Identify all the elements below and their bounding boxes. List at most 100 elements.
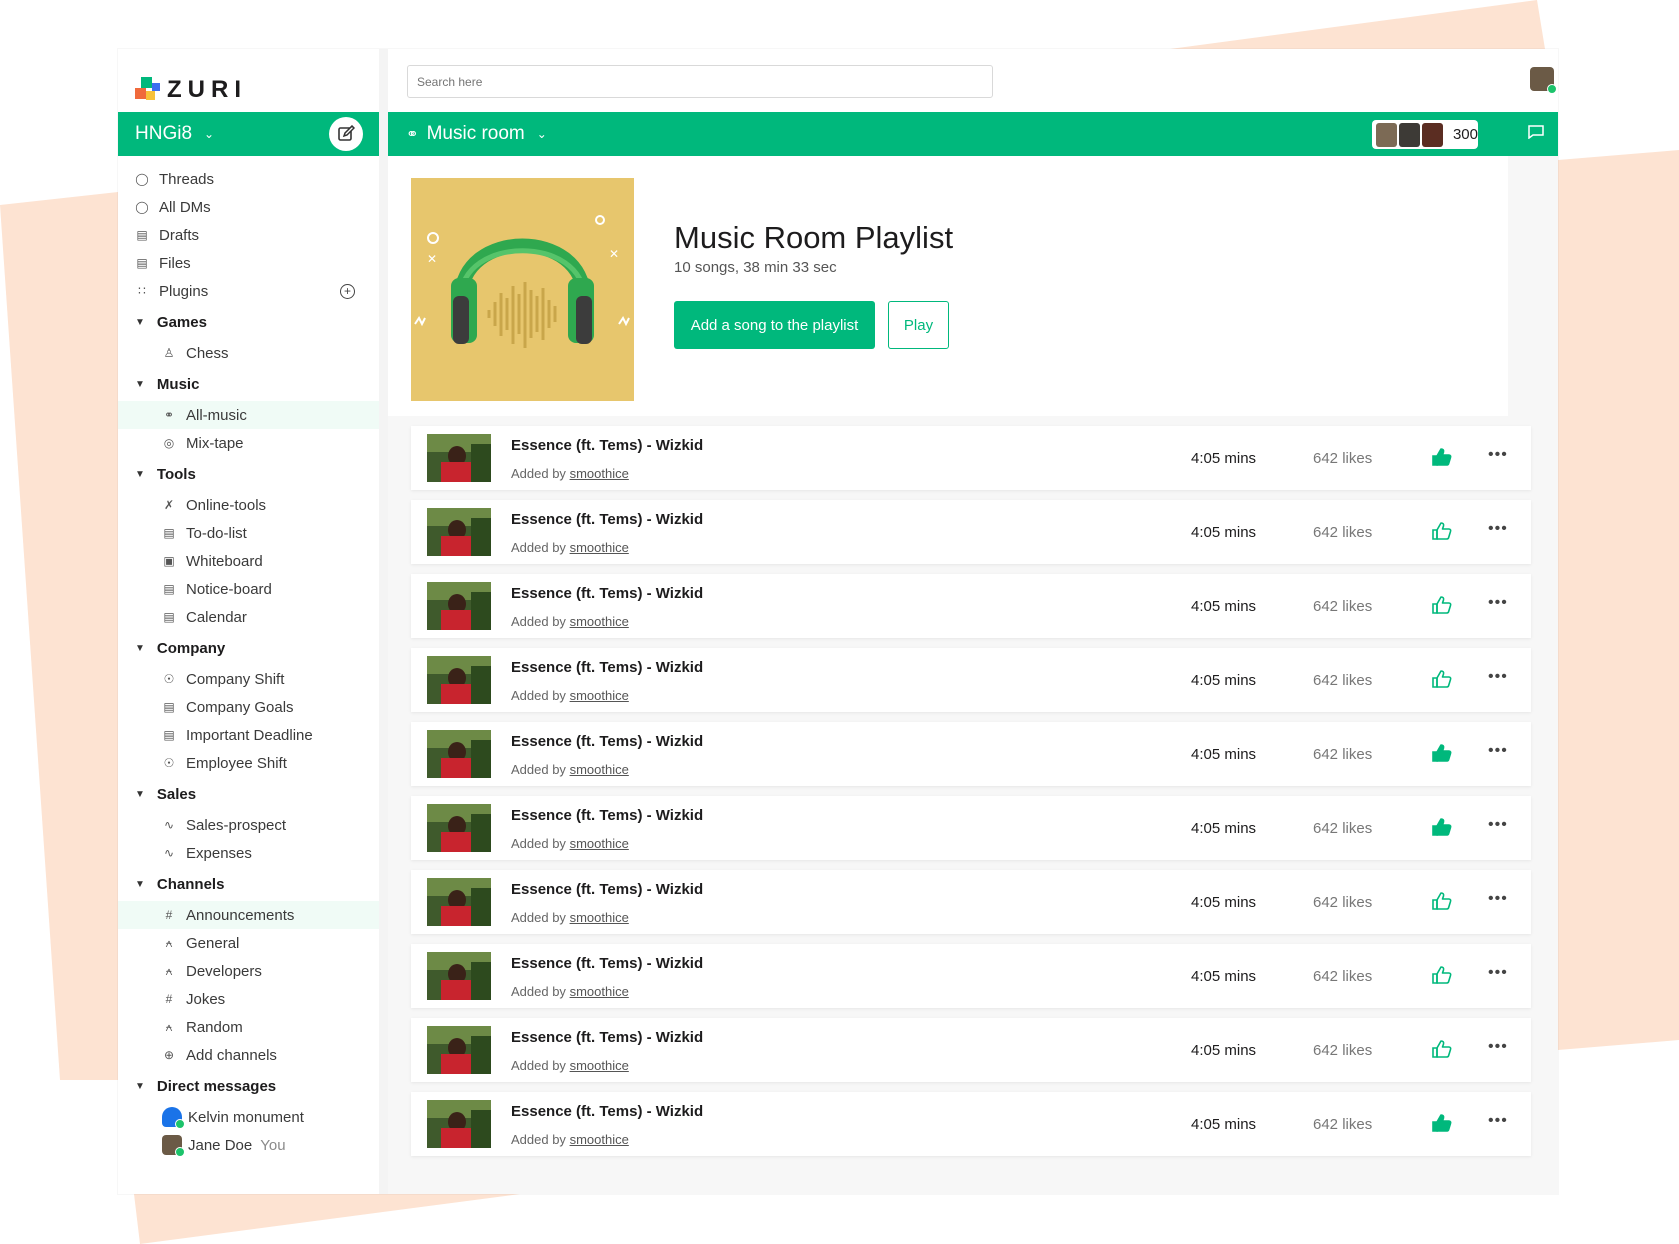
compose-button[interactable] <box>329 117 363 151</box>
song-row[interactable]: Essence (ft. Tems) - Wizkid Added by smo… <box>411 426 1531 490</box>
section-sales[interactable]: ▼ Sales <box>118 777 379 811</box>
added-by-user-link[interactable]: smoothice <box>570 836 629 851</box>
song-row[interactable]: Essence (ft. Tems) - Wizkid Added by smo… <box>411 944 1531 1008</box>
sidebar-item-calendar[interactable]: ▤ Calendar <box>118 603 379 631</box>
song-row[interactable]: Essence (ft. Tems) - Wizkid Added by smo… <box>411 500 1531 564</box>
add-song-button[interactable]: Add a song to the playlist <box>674 301 875 349</box>
sidebar-item-expenses[interactable]: ∿ Expenses <box>118 839 379 867</box>
more-options-icon[interactable]: ••• <box>1488 742 1508 760</box>
section-games[interactable]: ▼ Games <box>118 305 379 339</box>
added-by-user-link[interactable]: smoothice <box>570 466 629 481</box>
thumbs-up-icon[interactable] <box>1432 448 1452 466</box>
thumbs-up-icon[interactable] <box>1432 522 1452 540</box>
song-thumbnail <box>427 1026 491 1074</box>
thumbs-up-icon[interactable] <box>1432 818 1452 836</box>
more-options-icon[interactable]: ••• <box>1488 520 1508 538</box>
user-avatar[interactable] <box>1530 67 1557 94</box>
sidebar-item-employee-shift[interactable]: ☉ Employee Shift <box>118 749 379 777</box>
more-options-icon[interactable]: ••• <box>1488 1112 1508 1130</box>
sidebar-item-mix-tape[interactable]: ◎ Mix-tape <box>118 429 379 457</box>
song-row[interactable]: Essence (ft. Tems) - Wizkid Added by smo… <box>411 1092 1531 1156</box>
sidebar-item-company-goals[interactable]: ▤ Company Goals <box>118 693 379 721</box>
sidebar-item-to-do-list[interactable]: ▤ To-do-list <box>118 519 379 547</box>
sidebar-item-whiteboard[interactable]: ▣ Whiteboard <box>118 547 379 575</box>
sidebar-item-developers[interactable]: ⍲ Developers <box>118 957 379 985</box>
sidebar-item-company-shift[interactable]: ☉ Company Shift <box>118 665 379 693</box>
song-added-by: Added by smoothice <box>511 688 629 703</box>
added-by-user-link[interactable]: smoothice <box>570 688 629 703</box>
more-options-icon[interactable]: ••• <box>1488 594 1508 612</box>
sidebar-item-label: Files <box>159 254 191 272</box>
channel-name[interactable]: Music room <box>427 123 525 145</box>
search-input[interactable] <box>407 65 993 98</box>
sidebar-item-announcements[interactable]: # Announcements <box>118 901 379 929</box>
sidebar-item-general[interactable]: ⍲ General <box>118 929 379 957</box>
added-by-user-link[interactable]: smoothice <box>570 540 629 555</box>
song-title[interactable]: Essence (ft. Tems) - Wizkid <box>511 1103 703 1120</box>
sidebar-item-sales-prospect[interactable]: ∿ Sales-prospect <box>118 811 379 839</box>
added-by-user-link[interactable]: smoothice <box>570 614 629 629</box>
dm-jane-doe[interactable]: Jane Doe You <box>118 1131 379 1159</box>
more-options-icon[interactable]: ••• <box>1488 964 1508 982</box>
sidebar-item-important-deadline[interactable]: ▤ Important Deadline <box>118 721 379 749</box>
song-title[interactable]: Essence (ft. Tems) - Wizkid <box>511 733 703 750</box>
members-button[interactable]: 300 <box>1372 120 1478 149</box>
song-row[interactable]: Essence (ft. Tems) - Wizkid Added by smo… <box>411 574 1531 638</box>
song-row[interactable]: Essence (ft. Tems) - Wizkid Added by smo… <box>411 648 1531 712</box>
added-by-user-link[interactable]: smoothice <box>570 1132 629 1147</box>
thumbs-up-icon[interactable] <box>1432 892 1452 910</box>
chevron-down-icon[interactable]: ⌄ <box>537 127 547 141</box>
song-title[interactable]: Essence (ft. Tems) - Wizkid <box>511 511 703 528</box>
add-plugin-icon[interactable]: + <box>340 284 355 299</box>
song-duration: 4:05 mins <box>1191 450 1257 467</box>
song-title[interactable]: Essence (ft. Tems) - Wizkid <box>511 881 703 898</box>
sidebar-item-notice-board[interactable]: ▤ Notice-board <box>118 575 379 603</box>
song-row[interactable]: Essence (ft. Tems) - Wizkid Added by smo… <box>411 1018 1531 1082</box>
sidebar-item-threads[interactable]: ◯ Threads <box>118 165 379 193</box>
song-title[interactable]: Essence (ft. Tems) - Wizkid <box>511 955 703 972</box>
sidebar-item-add-channels[interactable]: ⊕ Add channels <box>118 1041 379 1069</box>
more-options-icon[interactable]: ••• <box>1488 446 1508 464</box>
added-by-user-link[interactable]: smoothice <box>570 910 629 925</box>
more-options-icon[interactable]: ••• <box>1488 816 1508 834</box>
section-tools[interactable]: ▼ Tools <box>118 457 379 491</box>
sidebar-item-files[interactable]: ▤ Files <box>118 249 379 277</box>
section-direct-messages[interactable]: ▼ Direct messages <box>118 1069 379 1103</box>
sidebar-item-all-music[interactable]: ⚭ All-music <box>118 401 379 429</box>
song-title[interactable]: Essence (ft. Tems) - Wizkid <box>511 437 703 454</box>
more-options-icon[interactable]: ••• <box>1488 890 1508 908</box>
sidebar-item-plugins[interactable]: ∷ Plugins + <box>118 277 379 305</box>
dm-kelvin-monument[interactable]: Kelvin monument <box>118 1103 379 1131</box>
thumbs-up-icon[interactable] <box>1432 596 1452 614</box>
section-company[interactable]: ▼ Company <box>118 631 379 665</box>
song-row[interactable]: Essence (ft. Tems) - Wizkid Added by smo… <box>411 722 1531 786</box>
more-options-icon[interactable]: ••• <box>1488 668 1508 686</box>
sidebar-item-drafts[interactable]: ▤ Drafts <box>118 221 379 249</box>
section-music[interactable]: ▼ Music <box>118 367 379 401</box>
sidebar-item-random[interactable]: ⍲ Random <box>118 1013 379 1041</box>
sidebar-item-all-dms[interactable]: ◯ All DMs <box>118 193 379 221</box>
song-title[interactable]: Essence (ft. Tems) - Wizkid <box>511 807 703 824</box>
thumbs-up-icon[interactable] <box>1432 670 1452 688</box>
song-row[interactable]: Essence (ft. Tems) - Wizkid Added by smo… <box>411 796 1531 860</box>
chat-icon[interactable] <box>1528 125 1544 139</box>
added-by-user-link[interactable]: smoothice <box>570 1058 629 1073</box>
brand-logo[interactable]: ZURI <box>135 75 247 105</box>
thumbs-up-icon[interactable] <box>1432 1114 1452 1132</box>
more-options-icon[interactable]: ••• <box>1488 1038 1508 1056</box>
song-title[interactable]: Essence (ft. Tems) - Wizkid <box>511 1029 703 1046</box>
play-button[interactable]: Play <box>888 301 949 349</box>
section-channels[interactable]: ▼ Channels <box>118 867 379 901</box>
song-title[interactable]: Essence (ft. Tems) - Wizkid <box>511 659 703 676</box>
sidebar-item-chess[interactable]: ♙ Chess <box>118 339 379 367</box>
added-by-user-link[interactable]: smoothice <box>570 984 629 999</box>
sidebar-item-jokes[interactable]: # Jokes <box>118 985 379 1013</box>
sidebar-item-online-tools[interactable]: ✗ Online-tools <box>118 491 379 519</box>
thumbs-up-icon[interactable] <box>1432 966 1452 984</box>
song-title[interactable]: Essence (ft. Tems) - Wizkid <box>511 585 703 602</box>
added-by-user-link[interactable]: smoothice <box>570 762 629 777</box>
thumbs-up-icon[interactable] <box>1432 1040 1452 1058</box>
workspace-header[interactable]: HNGi8 ⌄ <box>118 112 379 156</box>
song-row[interactable]: Essence (ft. Tems) - Wizkid Added by smo… <box>411 870 1531 934</box>
thumbs-up-icon[interactable] <box>1432 744 1452 762</box>
